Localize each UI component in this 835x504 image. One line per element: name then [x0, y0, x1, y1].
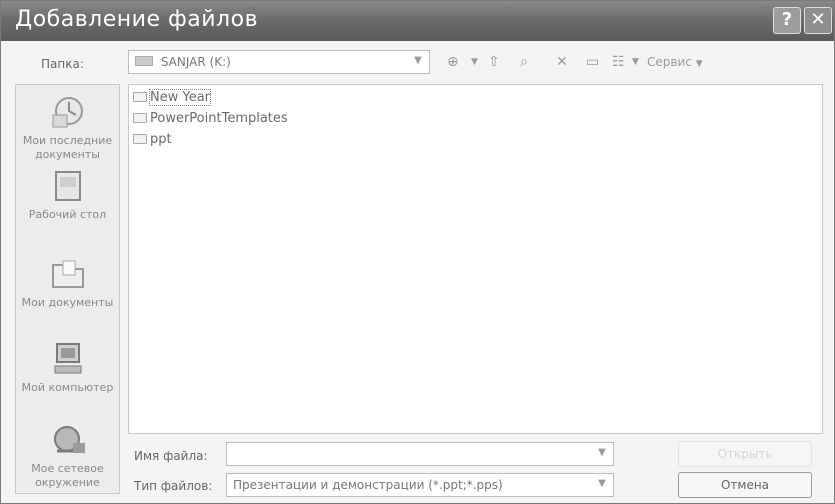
- cancel-button-label: Отмена: [720, 478, 770, 492]
- folder-icon: [133, 92, 147, 102]
- back-icon[interactable]: ⊕: [447, 53, 459, 71]
- place-label: Мои документы: [21, 296, 114, 309]
- tools-menu-label: Сервис: [647, 55, 692, 69]
- title-bar: Добавление файлов ? ✕: [1, 1, 834, 41]
- close-icon: ✕: [810, 9, 826, 30]
- cancel-button[interactable]: Отмена: [678, 472, 812, 498]
- folder-icon: [133, 134, 147, 144]
- filetype-label: Тип файлов:: [134, 479, 213, 493]
- folder-value: SANJAR (K:): [160, 55, 231, 69]
- list-item[interactable]: New Year: [133, 89, 212, 107]
- up-folder-icon[interactable]: ⇧: [488, 53, 500, 71]
- folder-label: Папка:: [41, 57, 84, 71]
- place-recent-documents[interactable]: Мои последние документы: [16, 93, 119, 162]
- list-item[interactable]: ppt: [133, 131, 172, 149]
- place-desktop[interactable]: Рабочий стол: [16, 167, 119, 222]
- network-icon: [53, 426, 85, 453]
- chevron-down-icon: ▼: [414, 55, 422, 66]
- file-list[interactable]: New Year PowerPointTemplates ppt: [128, 84, 823, 434]
- views-icon[interactable]: ☷: [612, 53, 625, 71]
- tools-menu[interactable]: Сервис ▼: [647, 53, 703, 71]
- add-files-dialog: Добавление файлов ? ✕ Папка: SANJAR (K:)…: [0, 0, 835, 504]
- filetype-dropdown[interactable]: Презентации и демонстрации (*.ppt;*.pps)…: [226, 473, 614, 497]
- delete-icon[interactable]: ✕: [556, 53, 568, 71]
- place-label: Мое сетевое окружение: [31, 462, 104, 489]
- recent-documents-icon: [52, 97, 83, 128]
- views-dropdown-icon[interactable]: ▼: [632, 53, 639, 71]
- back-dropdown-icon[interactable]: ▼: [471, 53, 478, 71]
- search-web-icon[interactable]: ⌕: [520, 53, 528, 71]
- folder-icon: [133, 113, 147, 123]
- place-my-computer[interactable]: Мой компьютер: [16, 340, 119, 395]
- question-icon: ?: [781, 9, 793, 30]
- item-name: ppt: [150, 132, 172, 147]
- filetype-value: Презентации и демонстрации (*.ppt;*.pps): [233, 478, 503, 492]
- my-documents-icon: [51, 260, 84, 288]
- list-item[interactable]: PowerPointTemplates: [133, 110, 288, 128]
- place-label: Мой компьютер: [21, 381, 114, 394]
- place-label: Мои последние документы: [22, 134, 113, 161]
- tools-chevron-icon: ▼: [695, 59, 703, 69]
- drive-icon: [135, 56, 153, 66]
- filename-input[interactable]: ▼: [226, 442, 614, 466]
- folder-dropdown[interactable]: SANJAR (K:) ▼: [128, 50, 430, 74]
- filename-label: Имя файла:: [134, 449, 208, 463]
- places-bar: Мои последние документы Рабочий стол Мои…: [15, 84, 120, 494]
- my-computer-icon: [54, 343, 81, 374]
- open-button[interactable]: Открыть: [678, 441, 812, 467]
- help-button[interactable]: ?: [773, 7, 801, 34]
- place-label: Рабочий стол: [28, 208, 107, 221]
- open-button-label: Открыть: [717, 447, 773, 461]
- item-name: New Year: [148, 89, 212, 106]
- place-my-documents[interactable]: Мои документы: [16, 255, 119, 310]
- new-folder-icon[interactable]: ▭: [586, 53, 599, 71]
- place-network[interactable]: Мое сетевое окружение: [16, 421, 119, 490]
- desktop-icon: [54, 171, 81, 201]
- close-button[interactable]: ✕: [804, 7, 832, 34]
- chevron-down-icon: ▼: [598, 478, 606, 489]
- dialog-title: Добавление файлов: [15, 7, 259, 32]
- item-name: PowerPointTemplates: [150, 111, 288, 126]
- chevron-down-icon: ▼: [598, 447, 606, 458]
